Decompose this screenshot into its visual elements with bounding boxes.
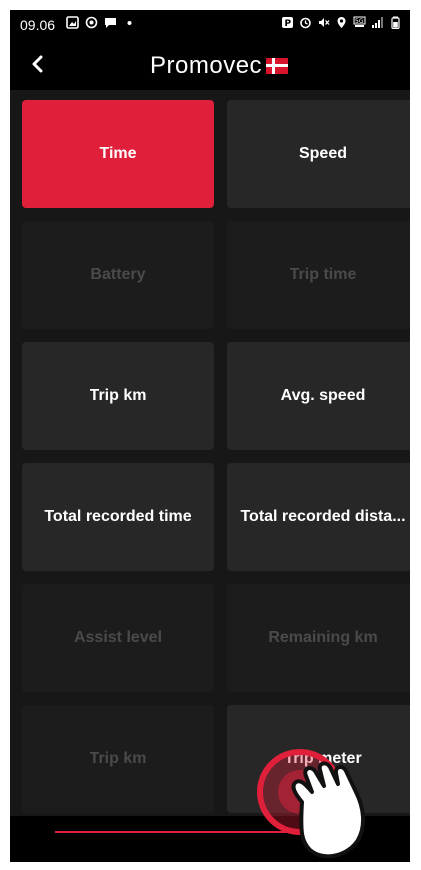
dot-icon: [127, 21, 132, 25]
mute-icon: [319, 18, 330, 27]
status-time: 09.06: [20, 17, 56, 33]
app-logo: Promovec: [150, 52, 289, 80]
tile-trip-time[interactable]: Trip time: [227, 221, 410, 329]
tile-remaining-km[interactable]: Remaining km: [227, 584, 410, 692]
tile-time[interactable]: Time: [22, 100, 214, 208]
alarm-icon: [300, 17, 311, 29]
app-bar: Promovec: [10, 40, 410, 90]
bottom-bar: [10, 816, 410, 862]
logo-text: Promovec: [150, 52, 263, 79]
cast-icon: [85, 16, 98, 29]
signal-icon: [372, 17, 383, 28]
tile-label: Time: [99, 145, 137, 162]
tile-label: Assist level: [73, 629, 163, 646]
tile-label: Trip meter: [284, 750, 362, 767]
tile-total-recorded-distance[interactable]: Total recorded dista...: [227, 463, 410, 571]
tile-speed[interactable]: Speed: [227, 100, 410, 208]
tile-label: Battery: [90, 266, 146, 283]
status-bar: 09.06 P 5G: [10, 10, 410, 40]
progress-track: [55, 831, 355, 833]
tile-label: Trip time: [289, 266, 357, 283]
tile-label: Total recorded dista...: [240, 508, 406, 525]
tile-label: Avg. speed: [280, 387, 366, 404]
tile-assist-level[interactable]: Assist level: [22, 584, 214, 692]
tile-label: Trip km: [89, 387, 147, 404]
phone-screen: 09.06 P 5G Promovec Time Speed Battery T…: [10, 10, 410, 862]
progress-fill: [55, 831, 301, 833]
tile-battery[interactable]: Battery: [22, 221, 214, 329]
status-right-icons: P 5G: [281, 16, 402, 29]
parking-icon: P: [282, 17, 293, 29]
tile-label: Remaining km: [268, 629, 378, 646]
tile-label: Total recorded time: [44, 508, 192, 525]
status-left-icons: [66, 16, 136, 29]
tile-trip-meter[interactable]: Trip meter: [227, 705, 410, 813]
tile-total-recorded-time[interactable]: Total recorded time: [22, 463, 214, 571]
location-icon: [337, 17, 346, 28]
tile-trip-km-2[interactable]: Trip km: [22, 705, 214, 813]
denmark-flag-icon: [266, 58, 289, 74]
svg-text:5G: 5G: [355, 18, 364, 25]
tile-trip-km[interactable]: Trip km: [22, 342, 214, 450]
tile-label: Speed: [298, 145, 347, 162]
svg-text:P: P: [285, 19, 292, 29]
display-field-grid: Time Speed Battery Trip time Trip km Avg…: [10, 90, 410, 830]
5g-icon: 5G: [353, 16, 366, 27]
battery-icon: [391, 16, 400, 29]
back-button[interactable]: [26, 52, 50, 76]
chat-icon: [105, 18, 116, 28]
tile-avg-speed[interactable]: Avg. speed: [227, 342, 410, 450]
image-icon: [66, 16, 79, 29]
tile-label: Trip km: [89, 750, 147, 767]
